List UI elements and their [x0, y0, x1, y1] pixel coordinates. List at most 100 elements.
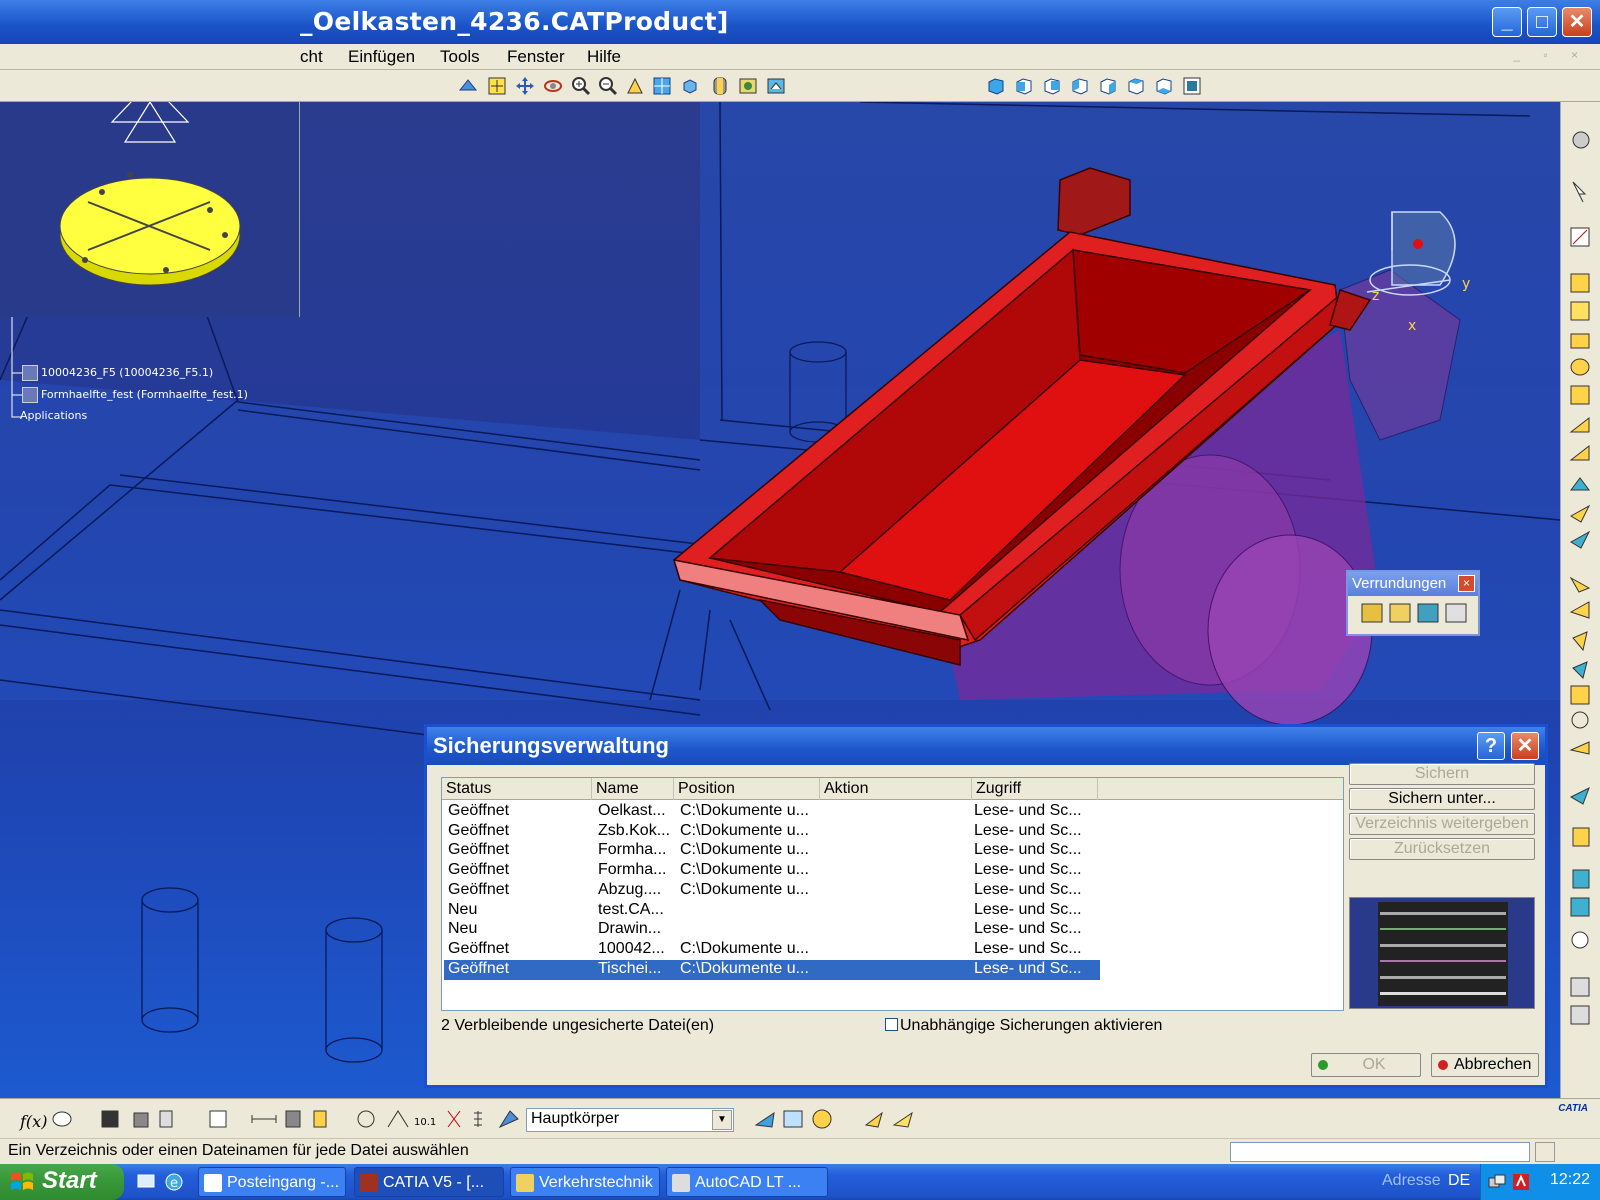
dialog-close-button[interactable]: ✕ — [1511, 732, 1539, 760]
show-desktop-icon[interactable] — [136, 1172, 156, 1192]
table-row[interactable]: Geöffnet 100042... C:\Dokumente u... Lese- … — [444, 940, 1100, 960]
named-views-icon[interactable] — [1182, 76, 1202, 96]
menu-ansicht[interactable]: cht — [300, 47, 323, 67]
view-back-icon[interactable] — [1042, 76, 1062, 96]
bottom-tool-icons[interactable]: f(x) 10.1 — [0, 1099, 520, 1139]
chevron-down-icon[interactable]: ▼ — [712, 1110, 732, 1130]
view-bottom-icon[interactable] — [1154, 76, 1174, 96]
reset-button[interactable]: Zurücksetzen — [1349, 838, 1535, 860]
table-row[interactable]: Geöffnet Formha... C:\Dokumente u... Lese- … — [444, 841, 1100, 861]
help-button[interactable]: ? — [1477, 732, 1505, 760]
save-button[interactable]: Sichern — [1349, 763, 1535, 785]
menu-einfuegen[interactable]: Einfügen — [348, 47, 415, 67]
cancel-button[interactable]: Abbrechen — [1431, 1053, 1539, 1077]
antivirus-icon[interactable] — [1511, 1172, 1531, 1192]
cell-zugriff: Lese- und Sc... — [974, 841, 1082, 859]
cell-name: test.CA... — [598, 900, 664, 918]
table-row[interactable]: Geöffnet Abzug.... C:\Dokumente u... Lese- … — [444, 881, 1100, 901]
fly-icon[interactable] — [458, 76, 478, 96]
body-select[interactable]: Hauptkörper ▼ — [526, 1108, 734, 1132]
network-icon[interactable] — [1487, 1172, 1507, 1192]
save-management-dialog: Sicherungsverwaltung ? ✕ Status Name Pos… — [424, 724, 1548, 1088]
shading-icon[interactable] — [710, 76, 730, 96]
cell-status: Geöffnet — [448, 821, 510, 839]
cell-status: Geöffnet — [448, 841, 510, 859]
independent-saves-checkbox[interactable]: Unabhängige Sicherungen aktivieren — [885, 1017, 1162, 1035]
ok-button[interactable]: OK — [1311, 1053, 1421, 1077]
task-autocad[interactable]: AutoCAD LT ... — [666, 1167, 828, 1197]
column-aktion[interactable]: Aktion — [820, 778, 972, 800]
multi-view-icon[interactable] — [652, 76, 672, 96]
normal-view-icon[interactable] — [625, 76, 645, 96]
window-titlebar: _Oelkasten_4236.CATProduct] _ □ ✕ — [0, 0, 1600, 44]
analysis-tool-icons[interactable] — [752, 1099, 922, 1139]
workbench-tool-icons[interactable] — [1561, 102, 1600, 1098]
clock[interactable]: 12:22 — [1550, 1171, 1590, 1189]
propagate-directory-button[interactable]: Verzeichnis weitergeben — [1349, 813, 1535, 835]
zoom-in-icon[interactable] — [571, 76, 591, 96]
checkbox-box[interactable] — [885, 1018, 898, 1031]
pan-icon[interactable] — [515, 76, 535, 96]
cell-zugriff: Lese- und Sc... — [974, 939, 1082, 957]
face-fillet-icon — [1417, 603, 1439, 623]
view-front-icon[interactable] — [1014, 76, 1034, 96]
cell-status: Neu — [448, 900, 478, 918]
menu-hilfe[interactable]: Hilfe — [587, 47, 621, 67]
iso-view-icon[interactable] — [680, 76, 700, 96]
fit-all-icon[interactable] — [487, 76, 507, 96]
column-position[interactable]: Position — [674, 778, 820, 800]
table-row[interactable]: Geöffnet Tischei... C:\Dokumente u... Lese-… — [443, 958, 1101, 981]
view-iso-icon[interactable] — [986, 76, 1006, 96]
hide-show-icon[interactable] — [738, 76, 758, 96]
task-verkehrstechnik[interactable]: Verkehrstechnik — [510, 1167, 660, 1197]
axis-label-z: z — [1372, 288, 1379, 304]
column-name[interactable]: Name — [592, 778, 674, 800]
task-posteingang[interactable]: Posteingang -... — [198, 1167, 346, 1197]
table-row[interactable]: Neu Drawin... Lese- und Sc... — [444, 920, 1100, 940]
column-status[interactable]: Status — [442, 778, 592, 800]
close-button[interactable]: ✕ — [1562, 7, 1592, 37]
internet-explorer-icon[interactable]: e — [164, 1172, 184, 1192]
verrundungen-titlebar[interactable]: Verrundungen × — [1348, 572, 1478, 596]
command-button[interactable] — [1535, 1142, 1555, 1162]
column-zugriff[interactable]: Zugriff — [972, 778, 1098, 800]
svg-text:e: e — [170, 1176, 178, 1191]
file-list[interactable]: Status Name Position Aktion Zugriff Geöf… — [441, 777, 1344, 1011]
table-row[interactable]: Geöffnet Zsb.Kok... C:\Dokumente u... Lese-… — [444, 822, 1100, 842]
tree-item-applications[interactable]: Applications — [20, 409, 87, 422]
table-row[interactable]: Neu test.CA... Lese- und Sc... — [444, 901, 1100, 921]
tree-item-formhaelfte[interactable]: Formhaelfte_fest (Formhaelfte_fest.1) — [22, 387, 248, 403]
cell-status: Geöffnet — [448, 861, 510, 879]
compass-icon[interactable] — [0, 102, 300, 317]
swap-space-icon[interactable] — [766, 76, 786, 96]
minimize-button[interactable]: _ — [1492, 7, 1522, 37]
svg-text:f(x): f(x) — [19, 1112, 47, 1131]
verrundungen-toolbar[interactable]: Verrundungen × — [1346, 570, 1480, 636]
task-catia[interactable]: CATIA V5 - [... — [354, 1167, 504, 1197]
cell-position: C:\Dokumente u... — [680, 939, 809, 957]
save-as-button[interactable]: Sichern unter... — [1349, 788, 1535, 810]
tree-item-f5[interactable]: 10004236_F5 (10004236_F5.1) — [22, 365, 213, 381]
menu-tools[interactable]: Tools — [440, 47, 480, 67]
address-toolbar-label[interactable]: Adresse — [1382, 1172, 1441, 1190]
compass-panel — [0, 102, 300, 317]
rotate-icon[interactable] — [543, 76, 563, 96]
view-right-icon[interactable] — [1098, 76, 1118, 96]
menu-fenster[interactable]: Fenster — [507, 47, 565, 67]
tree-item-label: 10004236_F5 (10004236_F5.1) — [41, 366, 214, 379]
start-button[interactable]: Start — [0, 1164, 124, 1200]
view-top-icon[interactable] — [1126, 76, 1146, 96]
language-indicator[interactable]: DE — [1448, 1172, 1470, 1190]
cell-status: Geöffnet — [448, 939, 510, 957]
workbench-toolbar — [1560, 102, 1600, 1098]
command-input[interactable] — [1230, 1142, 1530, 1162]
dialog-titlebar[interactable]: Sicherungsverwaltung ? ✕ — [427, 727, 1545, 765]
verrundungen-close-button[interactable]: × — [1458, 575, 1475, 592]
maximize-button[interactable]: □ — [1527, 7, 1557, 37]
zoom-out-icon[interactable] — [598, 76, 618, 96]
table-row[interactable]: Geöffnet Oelkast... C:\Dokumente u... Lese-… — [444, 802, 1100, 822]
checkbox-label: Unabhängige Sicherungen aktivieren — [900, 1017, 1163, 1034]
view-left-icon[interactable] — [1070, 76, 1090, 96]
table-row[interactable]: Geöffnet Formha... C:\Dokumente u... Lese- … — [444, 861, 1100, 881]
mdi-window-controls[interactable]: _ ▫ × — [1513, 48, 1588, 62]
